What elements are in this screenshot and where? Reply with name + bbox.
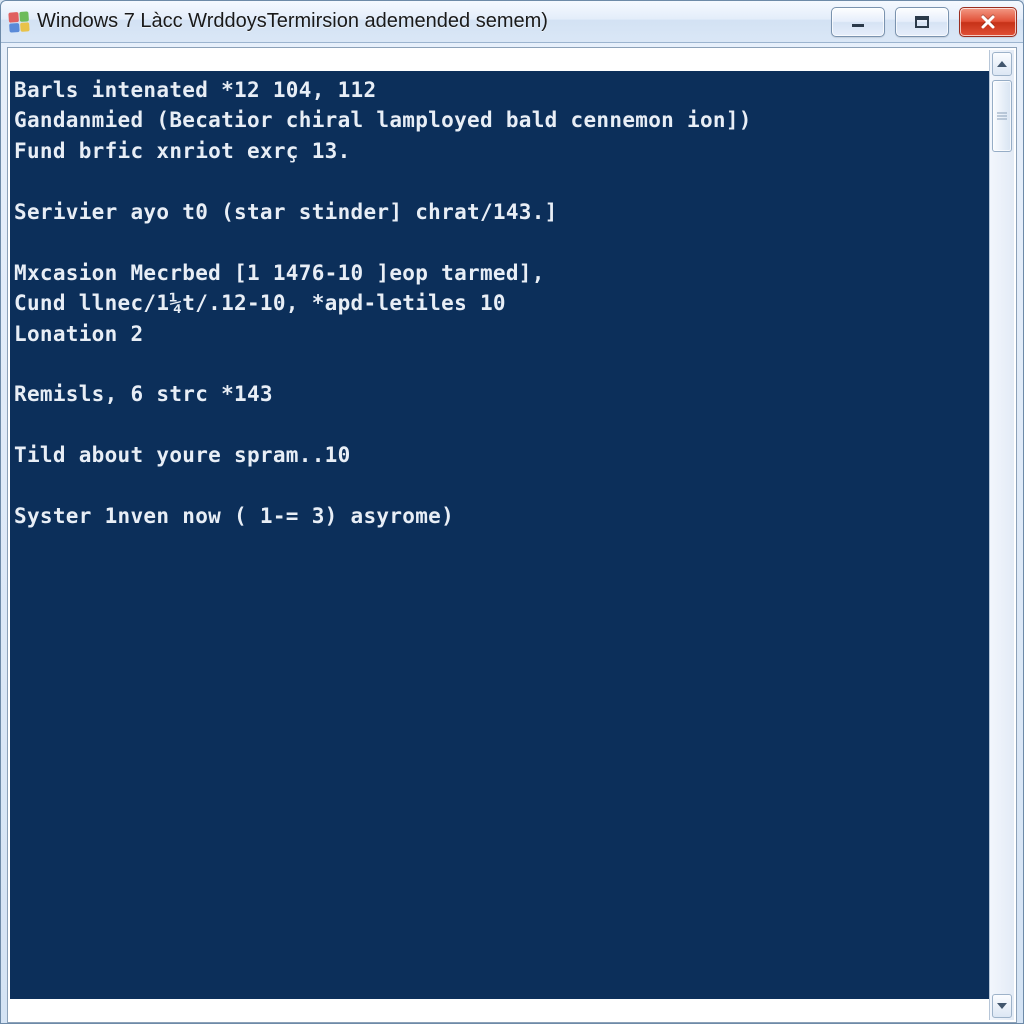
minimize-button[interactable] (831, 7, 885, 37)
maximize-button[interactable] (895, 7, 949, 37)
maximize-icon (913, 15, 931, 29)
terminal-output[interactable]: Barls intenated *12 104, 112 Gandanmied … (10, 71, 989, 999)
chevron-down-icon (997, 1003, 1007, 1009)
scroll-down-button[interactable] (992, 994, 1012, 1018)
close-icon (979, 15, 997, 29)
minimize-icon (849, 15, 867, 29)
app-window: Windows 7 Làcc WrddoysTermirsion ademend… (0, 0, 1024, 1024)
chevron-up-icon (997, 61, 1007, 67)
scroll-up-button[interactable] (992, 52, 1012, 76)
close-button[interactable] (959, 7, 1017, 37)
scroll-thumb[interactable] (992, 80, 1012, 152)
app-icon (8, 11, 29, 32)
window-title: Windows 7 Làcc WrddoysTermirsion ademend… (37, 10, 823, 33)
client-area: Barls intenated *12 104, 112 Gandanmied … (7, 47, 1017, 1023)
terminal-container: Barls intenated *12 104, 112 Gandanmied … (10, 50, 1014, 1020)
vertical-scrollbar[interactable] (989, 50, 1014, 1020)
titlebar[interactable]: Windows 7 Làcc WrddoysTermirsion ademend… (1, 1, 1023, 43)
caption-buttons (831, 7, 1017, 37)
